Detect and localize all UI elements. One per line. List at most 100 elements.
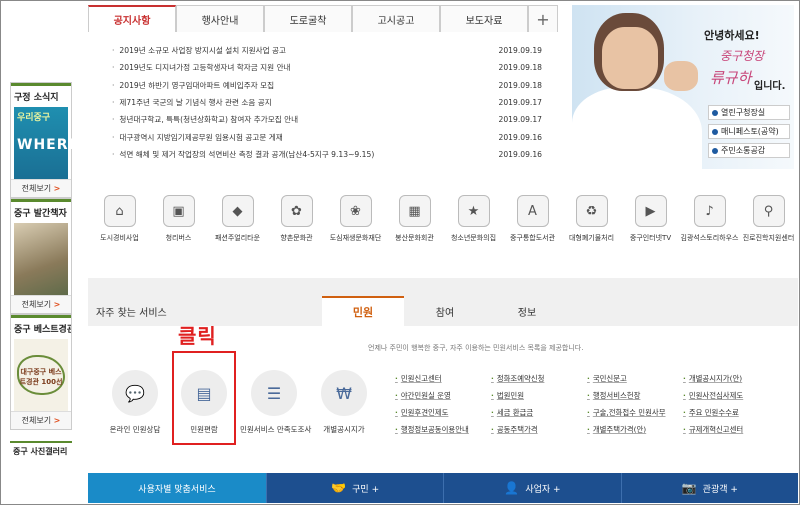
quick-link-label: 진로진학지원센터 bbox=[742, 234, 795, 242]
click-annotation: 클릭 bbox=[178, 324, 217, 348]
foundation-icon: ❀ bbox=[339, 195, 372, 227]
quick-link[interactable]: ▶ 중구인터넷TV bbox=[621, 195, 680, 243]
publication-thumbnail[interactable] bbox=[14, 223, 68, 295]
custom-service-label: 사용자별 맞춤서비스 bbox=[88, 473, 266, 503]
news-title[interactable]: 2019년 소규모 사업장 방지시설 설치 지원사업 공고 bbox=[112, 45, 286, 56]
service-link[interactable]: 야간민원실 운영 bbox=[395, 390, 491, 401]
satisfaction-survey-button[interactable]: ☰ 민원서비스 만족도조사 bbox=[240, 370, 312, 435]
left-sidebar: 구정 소식지 우리중구 WHERE 전체보기 > 중구 발간책자 전체보기 > … bbox=[10, 82, 78, 430]
news-title[interactable]: 2019년도 디지녀가정 고등학생자녀 학자금 지원 안내 bbox=[112, 62, 290, 73]
person-icon: 👤 bbox=[504, 481, 520, 495]
news-title[interactable]: 청년대구학교, 특특(청년상화학교) 참여자 추가모집 안내 bbox=[112, 114, 298, 125]
quick-link[interactable]: ▦ 봉산문화회관 bbox=[385, 195, 444, 243]
service-link[interactable]: 행정정보공동이용안내 bbox=[395, 424, 491, 435]
service-label: 개별공시지가 bbox=[323, 425, 365, 434]
list-item[interactable]: 제71주년 국군의 날 기념식 행사 관련 소음 공지 2019.09.17 bbox=[112, 94, 542, 111]
list-item[interactable]: 2019년 소규모 사업장 방지시설 설치 지원사업 공고 2019.09.19 bbox=[112, 42, 542, 59]
bar-label: 사업자 + bbox=[525, 484, 561, 495]
list-item[interactable]: 2019년 하반기 영구임대아파트 예비입주자 모집 2019.09.18 bbox=[112, 77, 542, 94]
service-link[interactable]: 정화조예약신청 bbox=[491, 373, 587, 384]
tourist-button[interactable]: 📷 관광객 + bbox=[620, 473, 798, 503]
mayor-links: 열린구청장실 매니페스토(공약) 주민소통공감 bbox=[708, 105, 790, 162]
resident-button[interactable]: 🤝 구민 + bbox=[266, 473, 443, 503]
quick-link[interactable]: ⌂ 도시경비사업 bbox=[90, 195, 149, 243]
mayor-greeting: 안녕하세요! bbox=[704, 29, 760, 42]
quick-link[interactable]: ♪ 김광석스토리하우스 bbox=[680, 195, 739, 243]
sidebar-photo-gallery[interactable]: 중구 사진갤러리 bbox=[10, 441, 72, 460]
view-all-link[interactable]: 전체보기 > bbox=[11, 411, 71, 429]
quick-link[interactable]: ♻ 대형폐기물처리 bbox=[562, 195, 621, 243]
arrow-right-icon: > bbox=[53, 184, 61, 193]
service-link[interactable]: 국민신문고 bbox=[587, 373, 683, 384]
mayor-photo-face bbox=[602, 27, 658, 89]
list-item[interactable]: 대구광역시 지방임기제공무원 임용시험 공고문 게재 2019.09.16 bbox=[112, 128, 542, 145]
more-news-button[interactable]: + bbox=[528, 5, 558, 32]
list-item[interactable]: 2019년도 디지녀가정 고등학생자녀 학자금 지원 안내 2019.09.18 bbox=[112, 59, 542, 76]
bar-label: 구민 + bbox=[352, 484, 380, 495]
quick-link-label: 향촌문화관 bbox=[280, 234, 313, 242]
document-icon: ☰ bbox=[251, 370, 297, 416]
sidebar-title: 구정 소식지 bbox=[11, 83, 71, 107]
quick-link[interactable]: ★ 청소년문화의집 bbox=[444, 195, 503, 243]
list-item[interactable]: 청년대구학교, 특특(청년상화학교) 참여자 추가모집 안내 2019.09.17 bbox=[112, 111, 542, 128]
tab-press[interactable]: 보도자료 bbox=[440, 5, 528, 32]
scenery-thumbnail[interactable]: 대구중구 베스트경관 100선 bbox=[14, 339, 68, 411]
view-all-link[interactable]: 전체보기 > bbox=[11, 295, 71, 313]
tab-notice[interactable]: 공지사항 bbox=[88, 5, 176, 32]
service-link[interactable]: 법원민원 bbox=[491, 390, 587, 401]
view-all-label: 전체보기 bbox=[21, 184, 52, 193]
tab-civil[interactable]: 민원 bbox=[322, 296, 404, 326]
arrow-right-icon: > bbox=[53, 416, 61, 425]
mayor-name: 류규하 bbox=[710, 69, 752, 87]
service-link[interactable]: 규제개혁신고센터 bbox=[683, 424, 783, 435]
service-link[interactable]: 공동주택가격 bbox=[491, 424, 587, 435]
view-all-link[interactable]: 전체보기 > bbox=[11, 179, 71, 197]
star-icon: ★ bbox=[457, 195, 490, 227]
service-label: 민원서비스 만족도조사 bbox=[240, 425, 312, 434]
service-link[interactable]: 구술,전화접수 민원사무 bbox=[587, 407, 683, 418]
tab-info[interactable]: 정보 bbox=[486, 296, 568, 326]
library-icon: A bbox=[516, 195, 549, 227]
news-title[interactable]: 석면 해체 및 제거 작업장의 석면비산 측정 결과 공개(남산4-5지구 9.… bbox=[112, 149, 374, 160]
communication-button[interactable]: 주민소통공감 bbox=[708, 143, 790, 158]
service-link[interactable]: 개별공시지가(안) bbox=[683, 373, 783, 384]
news-title[interactable]: 대구광역시 지방임기제공무원 임용시험 공고문 게재 bbox=[112, 132, 282, 143]
news-date: 2019.09.17 bbox=[498, 98, 542, 108]
online-consult-button[interactable]: 💬 온라인 민원상담 bbox=[101, 370, 169, 435]
guitar-icon: ♪ bbox=[693, 195, 726, 227]
tab-events[interactable]: 행사안내 bbox=[176, 5, 264, 32]
tab-road[interactable]: 도로굴착 bbox=[264, 5, 352, 32]
service-link[interactable]: 개별주택가격(안) bbox=[587, 424, 683, 435]
news-date: 2019.09.17 bbox=[498, 115, 542, 125]
quick-link-label: 대형폐기물처리 bbox=[568, 234, 615, 242]
newsletter-thumbnail[interactable]: 우리중구 WHERE bbox=[14, 107, 78, 179]
service-link[interactable]: 민원후견인제도 bbox=[395, 407, 491, 418]
manifesto-button[interactable]: 매니페스토(공약) bbox=[708, 124, 790, 139]
news-title[interactable]: 2019년 하반기 영구임대아파트 예비입주자 모집 bbox=[112, 80, 274, 91]
gem-icon: ◆ bbox=[221, 195, 254, 227]
house-icon: ⌂ bbox=[103, 195, 136, 227]
service-link[interactable]: 민원신고센터 bbox=[395, 373, 491, 384]
hall-icon: ▦ bbox=[398, 195, 431, 227]
service-description: 언제나 주민이 행복한 중구, 자주 이용하는 민원서비스 목록을 제공합니다. bbox=[368, 344, 584, 352]
business-button[interactable]: 👤 사업자 + bbox=[443, 473, 620, 503]
land-price-button[interactable]: ₩ 개별공시지가 bbox=[310, 370, 378, 435]
service-link[interactable]: 행정서비스헌장 bbox=[587, 390, 683, 401]
quick-link[interactable]: ✿ 향촌문화관 bbox=[267, 195, 326, 243]
service-link[interactable]: 세금 환급금 bbox=[491, 407, 587, 418]
open-office-button[interactable]: 열린구청장실 bbox=[708, 105, 790, 120]
tab-participation[interactable]: 참여 bbox=[404, 296, 486, 326]
tab-announce[interactable]: 고시공고 bbox=[352, 5, 440, 32]
quick-link[interactable]: ◆ 패션주얼리타운 bbox=[208, 195, 267, 243]
quick-link[interactable]: ▣ 청리버스 bbox=[149, 195, 208, 243]
service-link[interactable]: 민원사전심사제도 bbox=[683, 390, 783, 401]
service-link[interactable]: 주요 민원수수료 bbox=[683, 407, 783, 418]
news-title[interactable]: 제71주년 국군의 날 기념식 행사 관련 소음 공지 bbox=[112, 97, 271, 108]
quick-link[interactable]: ⚲ 진로진학지원센터 bbox=[739, 195, 798, 243]
quick-link[interactable]: ❀ 도심재생문화재단 bbox=[326, 195, 385, 243]
list-item[interactable]: 석면 해체 및 제거 작업장의 석면비산 측정 결과 공개(남산4-5지구 9.… bbox=[112, 146, 542, 163]
news-date: 2019.09.18 bbox=[498, 63, 542, 73]
quick-link[interactable]: A 중구통합도서관 bbox=[503, 195, 562, 243]
view-all-label: 전체보기 bbox=[21, 416, 52, 425]
news-date: 2019.09.18 bbox=[498, 80, 542, 90]
